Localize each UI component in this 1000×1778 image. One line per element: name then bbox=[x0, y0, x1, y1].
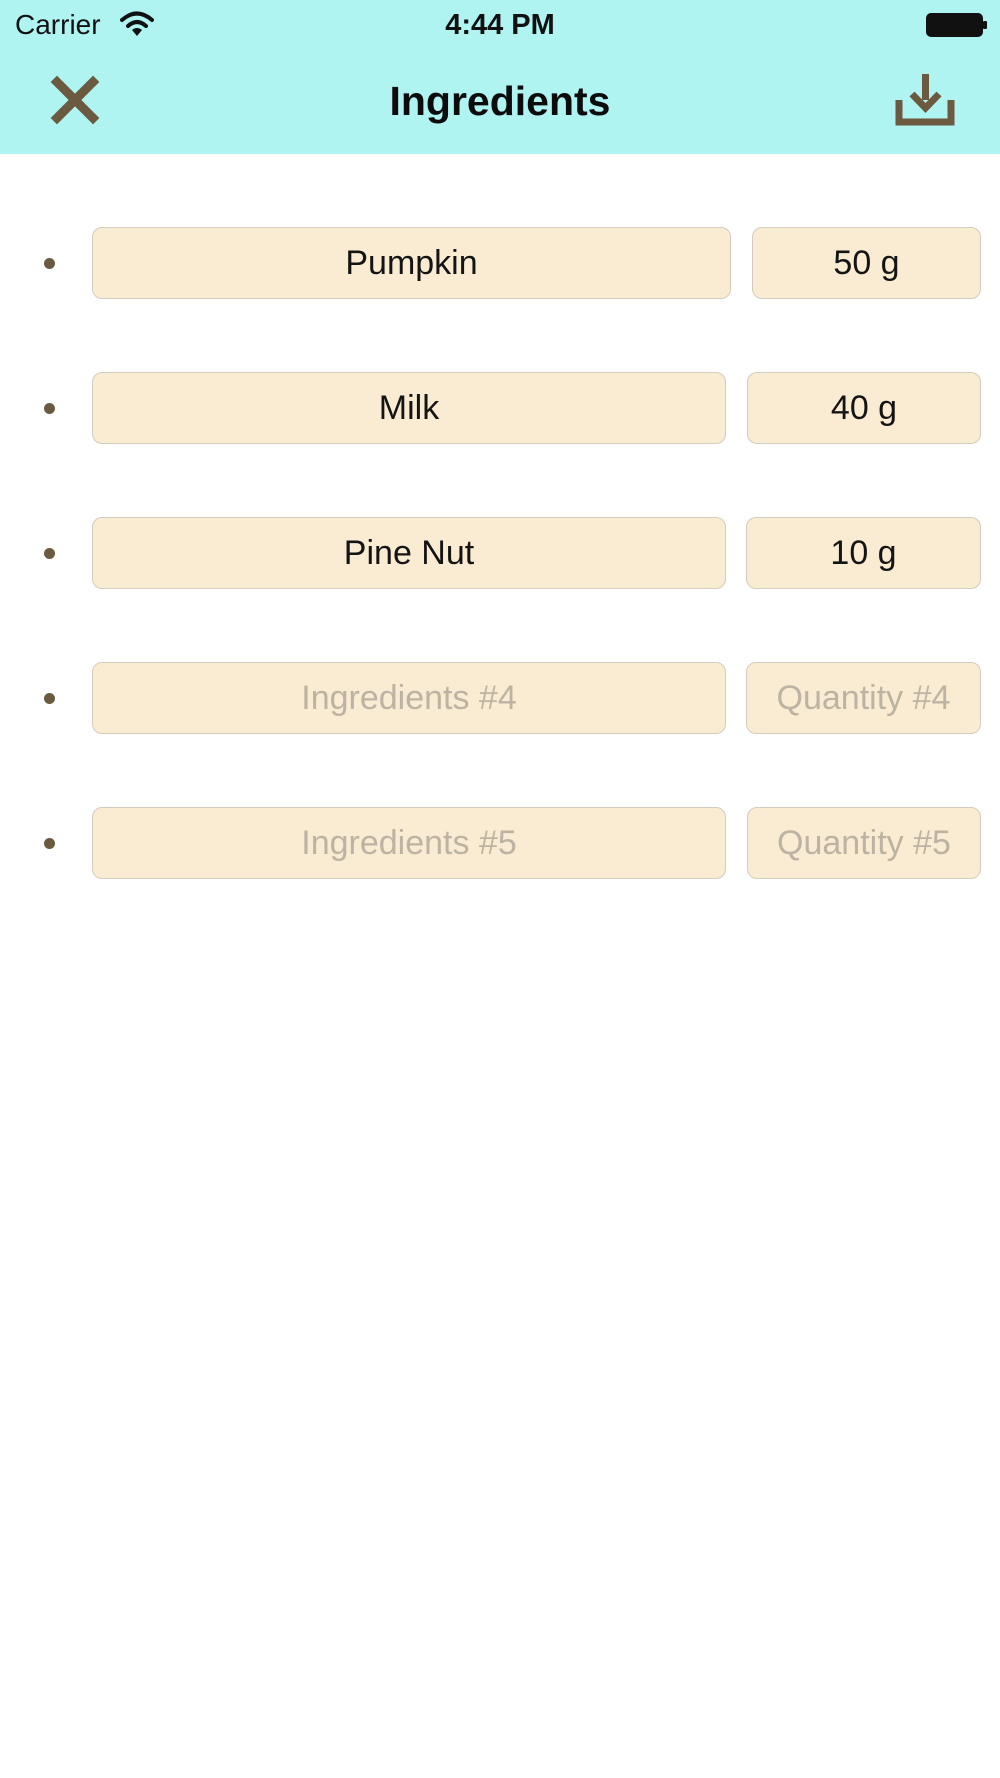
bullet-icon bbox=[44, 548, 55, 559]
ingredient-row: Pine Nut 10 g bbox=[0, 517, 1000, 589]
ingredient-row: Ingredients #5 Quantity #5 bbox=[0, 807, 1000, 879]
ingredient-name-field[interactable]: Pine Nut bbox=[92, 517, 726, 589]
navigation-bar: Carrier 4:44 PM Ingredients bbox=[0, 0, 1000, 154]
battery-icon bbox=[926, 13, 988, 37]
page-title: Ingredients bbox=[389, 78, 611, 124]
ingredient-name-field[interactable]: Milk bbox=[92, 372, 726, 444]
ingredient-name-field[interactable]: Ingredients #4 bbox=[92, 662, 726, 734]
status-time: 4:44 PM bbox=[445, 9, 555, 41]
ingredient-name-field[interactable]: Pumpkin bbox=[92, 227, 731, 299]
bullet-icon bbox=[44, 693, 55, 704]
bullet-icon bbox=[44, 258, 55, 269]
bullet-icon bbox=[44, 838, 55, 849]
ingredient-quantity-field[interactable]: 10 g bbox=[746, 517, 981, 589]
ingredient-row: Milk 40 g bbox=[0, 372, 1000, 444]
download-button[interactable] bbox=[894, 70, 956, 130]
ingredient-quantity-field[interactable]: Quantity #5 bbox=[747, 807, 981, 879]
status-bar: Carrier 4:44 PM bbox=[0, 0, 1000, 50]
ingredient-quantity-field[interactable]: 40 g bbox=[747, 372, 981, 444]
ingredient-quantity-field[interactable]: Quantity #4 bbox=[746, 662, 981, 734]
download-icon bbox=[895, 74, 955, 126]
ingredient-name-field[interactable]: Ingredients #5 bbox=[92, 807, 726, 879]
bullet-icon bbox=[44, 403, 55, 414]
ingredient-row: Ingredients #4 Quantity #4 bbox=[0, 662, 1000, 734]
ingredient-row: Pumpkin 50 g bbox=[0, 227, 1000, 299]
ingredient-quantity-field[interactable]: 50 g bbox=[752, 227, 981, 299]
